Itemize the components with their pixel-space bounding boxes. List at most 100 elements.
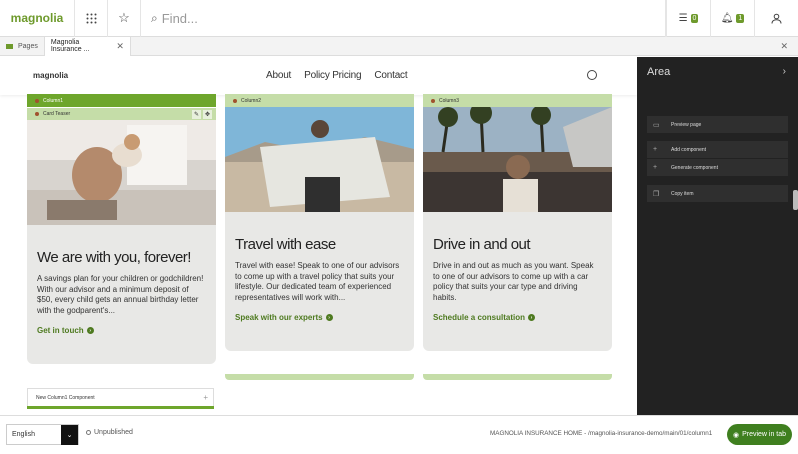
tab-pages-label: Pages xyxy=(18,42,38,50)
card-teaser-label: Card Teaser xyxy=(43,111,71,117)
card-teaser-drive[interactable]: Drive in and out Drive in and out as muc… xyxy=(423,107,612,351)
add-plus-icon[interactable]: + xyxy=(203,393,208,402)
car-photo xyxy=(423,107,612,212)
preview-in-tab-button[interactable]: ◉ Preview in tab xyxy=(727,424,792,445)
tab-bar: Pages Magnolia Insurance ... ✕ ✕ xyxy=(0,36,798,56)
new-column1-component-placeholder[interactable]: New Column1 Component + xyxy=(27,388,214,407)
notifications-button[interactable]: 🔔︎ 1 xyxy=(710,0,754,37)
edit-pencil-icon[interactable]: ✎ xyxy=(192,110,201,119)
panel-resize-handle[interactable] xyxy=(793,190,798,210)
plus-icon: + xyxy=(653,146,658,153)
column-dot-icon xyxy=(431,98,435,103)
app-logo[interactable]: magnolia xyxy=(0,0,75,37)
card-title: We are with you, forever! xyxy=(37,249,191,266)
tab-insurance-label: Magnolia Insurance ... xyxy=(50,39,90,53)
generate-component-action[interactable]: + Generate component xyxy=(647,159,788,176)
eye-icon: ◉ xyxy=(732,431,740,439)
preview-button-label: Preview in tab xyxy=(742,431,787,438)
tab-close-icon[interactable]: ✕ xyxy=(116,41,124,52)
column-1[interactable]: Column1 Card Teaser ✎ ✥ We are with you,… xyxy=(27,94,216,364)
column-2-bar[interactable]: Column2 xyxy=(225,94,414,107)
language-value: English xyxy=(12,431,35,438)
tasks-button[interactable]: ☰ 0 xyxy=(666,0,710,37)
column-1-bar[interactable]: Column1 xyxy=(27,94,216,107)
nav-link-policy-pricing[interactable]: Policy Pricing xyxy=(304,70,361,81)
arrow-right-icon: › xyxy=(86,327,94,334)
column-3-next-area[interactable] xyxy=(423,374,612,380)
app-header: magnolia ☆ ⌕ Find... ☰ 0 🔔︎ 1 xyxy=(0,0,798,37)
favorites-star-icon[interactable]: ☆ xyxy=(108,0,141,37)
card-title: Drive in and out xyxy=(433,236,531,253)
action-label: Preview page xyxy=(671,121,702,128)
language-select[interactable]: English ⌄ xyxy=(6,424,79,445)
column-3-bar[interactable]: Column3 xyxy=(423,94,612,107)
tasks-icon: ☰ xyxy=(678,12,688,24)
column-2-next-area[interactable] xyxy=(225,374,414,380)
area-actions-panel: Area › ▭ Preview page + Add component + … xyxy=(637,57,798,415)
status-bar: English ⌄ Unpublished MAGNOLIA INSURANCE… xyxy=(0,415,798,454)
bell-icon: 🔔︎ xyxy=(720,12,734,24)
family-photo xyxy=(27,120,216,225)
site-logo[interactable]: magnolia xyxy=(33,71,68,80)
page-path: MAGNOLIA INSURANCE HOME - /magnolia-insu… xyxy=(490,430,713,437)
new-component-label: New Column1 Component xyxy=(36,394,95,401)
search-icon: ⌕ xyxy=(151,10,158,25)
page-editor-canvas: magnolia About Policy Pricing Contact Co… xyxy=(0,57,637,415)
status-label: Unpublished xyxy=(94,429,133,436)
cta-label: Speak with our experts xyxy=(235,313,323,322)
card-text: Travel with ease! Speak to one of our ad… xyxy=(235,261,400,302)
card-text: Drive in and out as much as you want. Sp… xyxy=(433,261,594,302)
column-3-label: Column3 xyxy=(439,97,460,104)
card-teaser[interactable]: We are with you, forever! A savings plan… xyxy=(27,120,216,364)
panel-title: Area xyxy=(647,66,671,78)
column-3[interactable]: Column3 Drive in and out Drive in and ou… xyxy=(423,94,612,351)
card-teaser-bar[interactable]: Card Teaser ✎ ✥ xyxy=(27,107,216,120)
app-launcher-icon[interactable] xyxy=(75,0,108,37)
arrow-right-icon: › xyxy=(528,314,536,321)
language-globe-icon[interactable] xyxy=(587,70,597,80)
copy-icon: ❐ xyxy=(653,190,660,198)
action-label: Add component xyxy=(671,146,707,153)
cta-label: Get in touch xyxy=(37,326,84,335)
schedule-consultation-link[interactable]: Schedule a consultation › xyxy=(423,303,612,322)
collapse-panel-icon[interactable]: › xyxy=(783,66,786,77)
publication-status: Unpublished xyxy=(86,429,133,436)
tab-magnolia-insurance[interactable]: Magnolia Insurance ... ✕ xyxy=(44,36,131,56)
card-title: Travel with ease xyxy=(235,236,336,253)
copy-item-action[interactable]: ❐ Copy item xyxy=(647,185,788,202)
column-2-label: Column2 xyxy=(241,97,262,104)
column-dot-icon xyxy=(233,98,237,103)
column-1-label: Column1 xyxy=(43,97,64,104)
column-dot-icon xyxy=(35,98,39,103)
search-placeholder: Find... xyxy=(161,10,198,26)
tasks-badge: 0 xyxy=(690,13,699,23)
new-component-underline xyxy=(27,406,214,409)
tab-pages[interactable]: Pages xyxy=(0,36,45,56)
travel-photo xyxy=(225,107,414,212)
user-menu-button[interactable] xyxy=(754,0,798,37)
card-text: A savings plan for your children or godc… xyxy=(37,274,204,315)
preview-page-action[interactable]: ▭ Preview page xyxy=(647,116,788,133)
search-input[interactable]: ⌕ Find... xyxy=(141,0,666,37)
close-all-tabs-icon[interactable]: ✕ xyxy=(780,41,798,52)
nav-link-contact[interactable]: Contact xyxy=(374,70,407,81)
preview-icon: ▭ xyxy=(653,121,660,129)
cta-label: Schedule a consultation xyxy=(433,313,526,322)
column-2[interactable]: Column2 Travel with ease Travel with eas… xyxy=(225,94,414,351)
move-icon[interactable]: ✥ xyxy=(203,110,212,119)
arrow-right-icon: › xyxy=(325,314,333,321)
get-in-touch-link[interactable]: Get in touch › xyxy=(27,316,216,335)
component-dot-icon xyxy=(35,112,39,116)
pages-icon xyxy=(6,43,13,49)
action-label: Copy item xyxy=(671,190,694,197)
plus-icon: + xyxy=(653,164,658,171)
status-circle-icon xyxy=(86,430,91,435)
card-teaser-travel[interactable]: Travel with ease Travel with ease! Speak… xyxy=(225,107,414,351)
site-navigation: magnolia About Policy Pricing Contact xyxy=(0,57,637,95)
nav-link-about[interactable]: About xyxy=(266,70,291,81)
add-component-action[interactable]: + Add component xyxy=(647,141,788,158)
notifications-badge: 1 xyxy=(736,13,745,23)
chevron-down-icon[interactable]: ⌄ xyxy=(61,425,78,445)
action-label: Generate component xyxy=(671,164,718,171)
speak-with-experts-link[interactable]: Speak with our experts › xyxy=(225,303,414,322)
